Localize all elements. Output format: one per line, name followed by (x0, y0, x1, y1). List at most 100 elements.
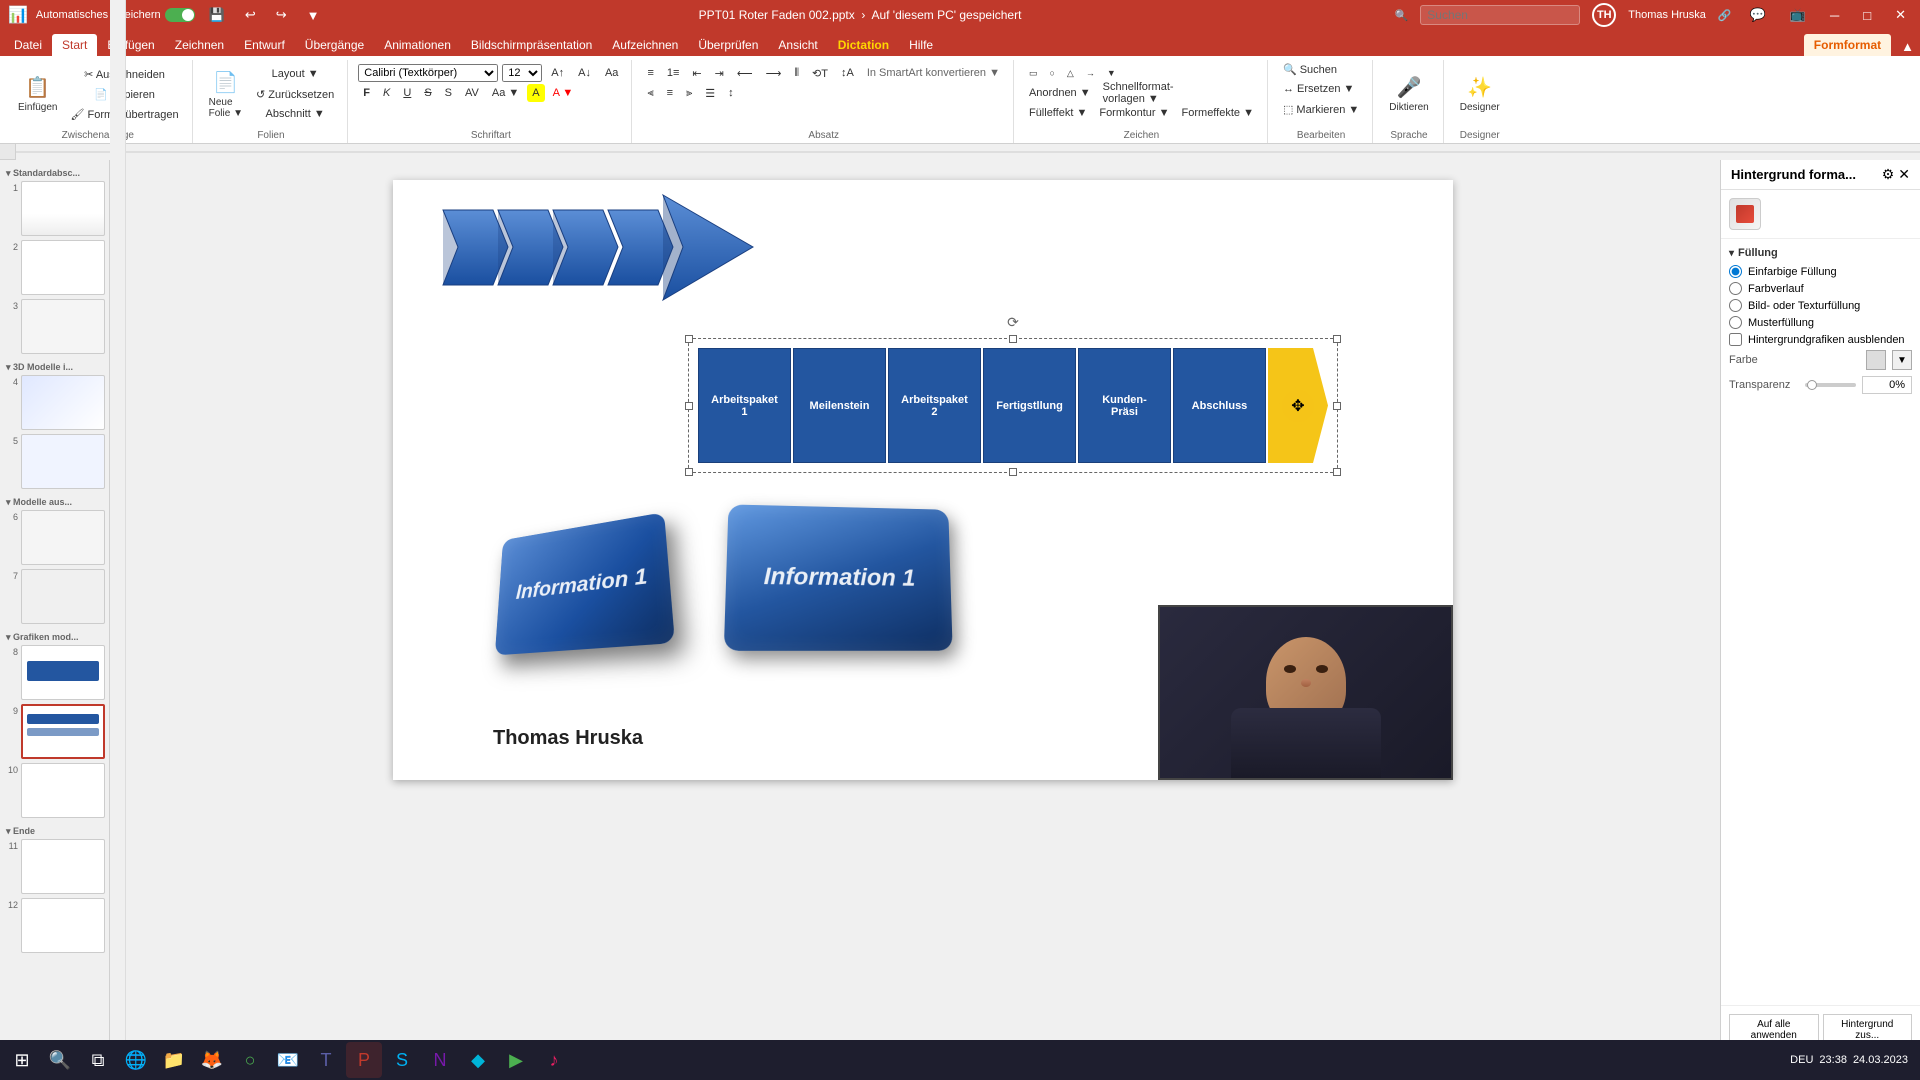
slide-thumb-10[interactable]: 10 (4, 763, 105, 818)
teams-icon[interactable]: T (308, 1042, 344, 1078)
sel-handle-br[interactable] (1333, 468, 1341, 476)
tab-hilfe[interactable]: Hilfe (899, 34, 943, 56)
indent-decrease-button[interactable]: ⇤ (687, 64, 706, 82)
shape-circle[interactable]: ○ (1044, 64, 1059, 82)
designer-button[interactable]: ✨ Designer (1454, 68, 1506, 120)
firefox-icon[interactable]: 🦊 (194, 1042, 230, 1078)
sel-handle-tr[interactable] (1333, 335, 1341, 343)
list-num-button[interactable]: 1≡ (662, 64, 685, 82)
skype-icon[interactable]: S (384, 1042, 420, 1078)
tab-einfuegen[interactable]: Einfügen (97, 34, 164, 56)
more-button[interactable]: ▼ (301, 6, 326, 25)
autosave-switch[interactable] (165, 8, 195, 22)
markieren-button[interactable]: ⬚ Markieren ▼ (1278, 100, 1364, 118)
user-avatar[interactable]: TH (1592, 3, 1616, 27)
app8-icon[interactable]: ▶ (498, 1042, 534, 1078)
decrease-font-button[interactable]: A↓ (573, 64, 596, 82)
font-size-select[interactable]: 12 (502, 64, 542, 82)
transparenz-slider[interactable] (1805, 383, 1856, 387)
chrome-icon[interactable]: ○ (232, 1042, 268, 1078)
einfuegen-button[interactable]: 📋 Einfügen (12, 68, 63, 120)
option-bild[interactable]: Bild- oder Texturfüllung (1729, 299, 1912, 312)
ersetzen-button[interactable]: ↔ Ersetzen ▼ (1278, 80, 1359, 98)
tab-animationen[interactable]: Animationen (374, 34, 461, 56)
bold-button[interactable]: F (358, 84, 375, 102)
abschnitt-button[interactable]: Abschnitt ▼ (251, 105, 339, 123)
slide-thumb-9[interactable]: 9 (4, 704, 105, 759)
shape-rect[interactable]: ▭ (1024, 64, 1043, 82)
shadow-button[interactable]: S (440, 84, 457, 102)
farbe-picker-button[interactable]: ▼ (1892, 350, 1912, 370)
panel-close-button[interactable]: ✕ (1898, 166, 1910, 183)
option-einfarbig[interactable]: Einfarbige Füllung (1729, 265, 1912, 278)
slide-thumb-3[interactable]: 3 (4, 299, 105, 354)
rotate-handle[interactable]: ⟳ (1005, 314, 1021, 330)
smartart-button[interactable]: In SmartArt konvertieren ▼ (862, 64, 1005, 82)
onenote-icon[interactable]: N (422, 1042, 458, 1078)
strikethrough-button[interactable]: S (419, 84, 436, 102)
diktieren-button[interactable]: 🎤 Diktieren (1383, 68, 1434, 120)
tab-praesentation[interactable]: Bildschirmpräsentation (461, 34, 602, 56)
fuelleffekt-button[interactable]: Fülleffekt ▼ (1024, 104, 1092, 122)
tab-datei[interactable]: Datei (4, 34, 52, 56)
checkbox-hintergrund[interactable] (1729, 333, 1742, 346)
maximize-button[interactable]: □ (1857, 6, 1877, 25)
slide-canvas[interactable]: ⟳ Arbeitspaket1 Meilenstein Arbeitspaket… (393, 180, 1453, 780)
suchen-button[interactable]: 🔍 Suchen (1278, 60, 1342, 78)
edge-icon[interactable]: 🌐 (118, 1042, 154, 1078)
tab-dictation[interactable]: Dictation (828, 34, 899, 56)
anordnen-button[interactable]: Anordnen ▼ (1024, 84, 1096, 102)
italic-button[interactable]: K (378, 84, 395, 102)
slide-thumb-11[interactable]: 11 (4, 839, 105, 894)
slide-thumb-12[interactable]: 12 (4, 898, 105, 953)
transparenz-value[interactable]: 0% (1862, 376, 1912, 394)
schnellformatvorlagen-button[interactable]: Schnellformat-vorlagen ▼ (1098, 84, 1179, 102)
layout-button[interactable]: Layout ▼ (251, 65, 339, 83)
option-farbverlauf[interactable]: Farbverlauf (1729, 282, 1912, 295)
sel-handle-bc[interactable] (1009, 468, 1017, 476)
explorer-icon[interactable]: 📁 (156, 1042, 192, 1078)
ltr-button[interactable]: ⟶ (761, 64, 787, 82)
highlight-button[interactable]: A (527, 84, 544, 102)
sel-handle-bl[interactable] (685, 468, 693, 476)
textdir-button[interactable]: ⟲T (807, 64, 833, 82)
slide-thumb-1[interactable]: 1 (4, 181, 105, 236)
slide-thumb-2[interactable]: 2 (4, 240, 105, 295)
ribbon-expand-button[interactable]: ▲ (1895, 37, 1920, 56)
close-button[interactable]: ✕ (1889, 5, 1912, 25)
align-right-button[interactable]: ⫸ (681, 84, 697, 102)
tab-formformat[interactable]: Formformat (1804, 34, 1891, 56)
slide-thumb-7[interactable]: 7 (4, 569, 105, 624)
list-bullet-button[interactable]: ≡ (642, 64, 658, 82)
slide-thumb-5[interactable]: 5 (4, 434, 105, 489)
powerpoint-taskbar-icon[interactable]: P (346, 1042, 382, 1078)
app7-icon[interactable]: ◆ (460, 1042, 496, 1078)
spacing-button[interactable]: AV (460, 84, 484, 102)
indent-increase-button[interactable]: ⇥ (710, 64, 729, 82)
sel-handle-ml[interactable] (685, 402, 693, 410)
font-family-select[interactable]: Calibri (Textkörper) (358, 64, 498, 82)
slide-thumb-6[interactable]: 6 (4, 510, 105, 565)
sel-handle-tl[interactable] (685, 335, 693, 343)
app9-icon[interactable]: ♪ (536, 1042, 572, 1078)
sel-handle-tc[interactable] (1009, 335, 1017, 343)
formeffekte-button[interactable]: Formeffekte ▼ (1177, 104, 1259, 122)
align-left-button[interactable]: ⫷ (642, 84, 658, 102)
option-hintergrund[interactable]: Hintergrundgrafiken ausblenden (1729, 333, 1912, 346)
slide-thumb-4[interactable]: 4 (4, 375, 105, 430)
fontcolor-button[interactable]: A ▼ (548, 84, 579, 102)
search-taskbar[interactable]: 🔍 (42, 1042, 78, 1078)
textalign-button[interactable]: ↕A (836, 64, 859, 82)
start-button[interactable]: ⊞ (4, 1042, 40, 1078)
radio-einfarbig[interactable] (1729, 265, 1742, 278)
tab-ueberpruefen[interactable]: Überprüfen (688, 34, 768, 56)
clear-format-button[interactable]: Aa (600, 64, 623, 82)
save-button[interactable]: 💾 (203, 5, 231, 25)
radio-muster[interactable] (1729, 316, 1742, 329)
undo-button[interactable]: ↩ (239, 5, 262, 25)
zuruecksetzen-button[interactable]: ↺ Zurücksetzen (251, 85, 339, 103)
line-spacing-button[interactable]: ↕ (723, 84, 739, 102)
formkontur-button[interactable]: Formkontur ▼ (1094, 104, 1174, 122)
tab-uebergaenge[interactable]: Übergänge (295, 34, 374, 56)
tab-ansicht[interactable]: Ansicht (768, 34, 827, 56)
